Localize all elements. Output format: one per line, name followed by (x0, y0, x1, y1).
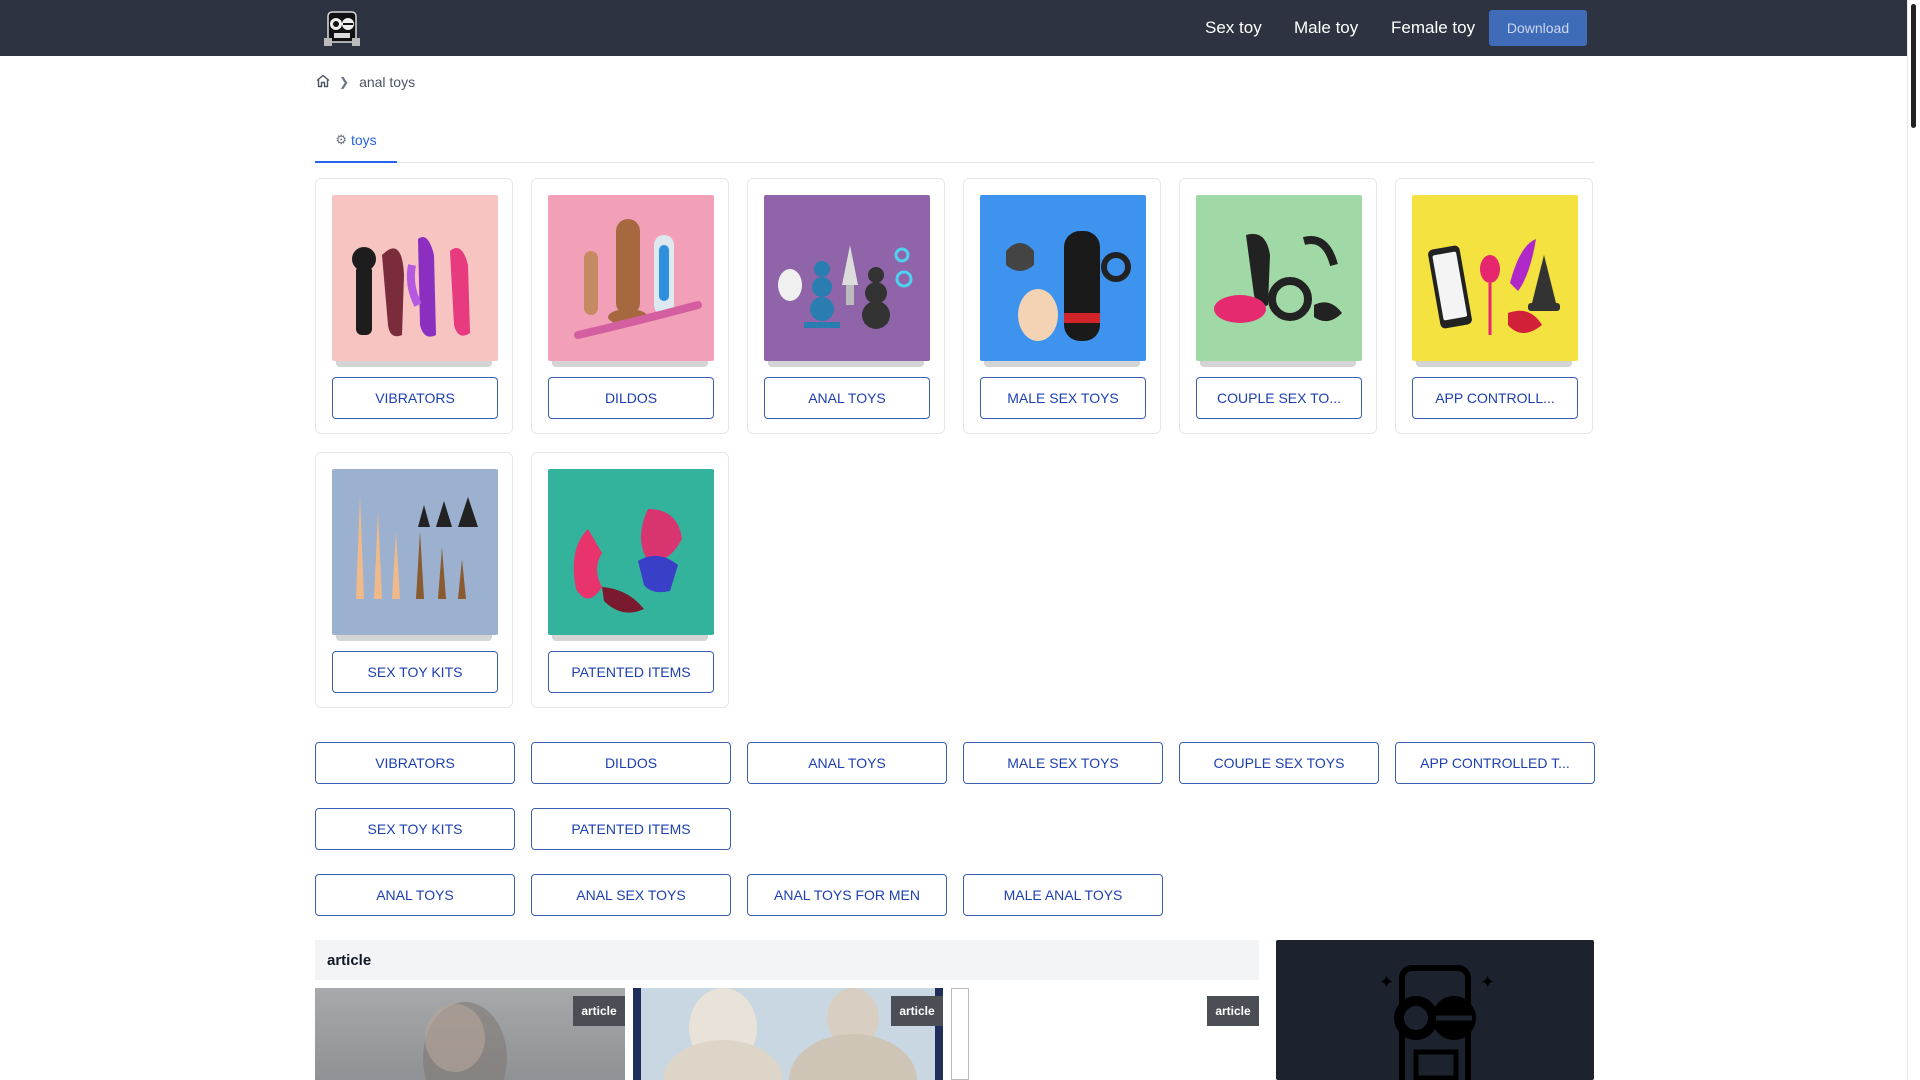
category-button-anal-toys[interactable]: ANAL TOYS (764, 377, 930, 419)
category-button-patented-items[interactable]: PATENTED ITEMS (548, 651, 714, 693)
category-card-patented-items[interactable]: PATENTED ITEMS (531, 452, 729, 708)
category-card-app-controlled[interactable]: APP CONTROLL... (1395, 178, 1593, 434)
category-button-sex-toy-kits[interactable]: SEX TOY KITS (332, 651, 498, 693)
article-card-3[interactable]: article (951, 988, 1259, 1080)
tag-button-sex-toy-kits[interactable]: SEX TOY KITS (315, 808, 515, 850)
tag-button-patented-items[interactable]: PATENTED ITEMS (531, 808, 731, 850)
tab-label: toys (350, 131, 377, 148)
category-button-male-sex-toys[interactable]: MALE SEX TOYS (980, 377, 1146, 419)
tag-button-anal-toys-for-men[interactable]: ANAL TOYS FOR MEN (747, 874, 947, 916)
nav-sex-toy[interactable]: Sex toy (1205, 18, 1262, 38)
tab-toys[interactable]: ⚙ toys (315, 118, 397, 163)
category-card-dildos[interactable]: DILDOS (531, 178, 729, 434)
download-button[interactable]: Download (1489, 10, 1587, 46)
category-button-couple-sex-toys[interactable]: COUPLE SEX TO... (1196, 377, 1362, 419)
dildos-image[interactable] (548, 195, 714, 361)
tag-button-male-sex-toys[interactable]: MALE SEX TOYS (963, 742, 1163, 784)
svg-text:✦: ✦ (1379, 972, 1394, 993)
robot-mascot-icon[interactable] (320, 6, 364, 50)
article-card-2[interactable]: article (633, 988, 943, 1080)
svg-text:✦: ✦ (1480, 972, 1495, 993)
category-button-dildos[interactable]: DILDOS (548, 377, 714, 419)
patented-items-image[interactable] (548, 469, 714, 635)
couple-sex-toys-image[interactable] (1196, 195, 1362, 361)
toy-icon: ⚙ (335, 131, 347, 147)
nav-male-toy[interactable]: Male toy (1294, 18, 1358, 38)
tab-bar: ⚙ toys (315, 118, 1595, 163)
category-card-male-sex-toys[interactable]: MALE SEX TOYS (963, 178, 1161, 434)
vibrators-image[interactable] (332, 195, 498, 361)
scrollbar-thumb[interactable] (1911, 4, 1916, 128)
category-button-app-controlled[interactable]: APP CONTROLL... (1412, 377, 1578, 419)
nav-female-toy[interactable]: Female toy (1391, 18, 1475, 38)
anal-toys-image[interactable] (764, 195, 930, 361)
tag-button-male-anal-toys[interactable]: MALE ANAL TOYS (963, 874, 1163, 916)
tag-button-dildos[interactable]: DILDOS (531, 742, 731, 784)
robot-mascot-icon: ✦ ✦ (1379, 965, 1495, 1080)
chevron-right-icon: ❯ (339, 75, 350, 89)
app-promo-panel[interactable]: ✦ ✦ (1276, 940, 1594, 1080)
category-card-couple-sex-toys[interactable]: COUPLE SEX TO... (1179, 178, 1377, 434)
tag-button-vibrators[interactable]: VIBRATORS (315, 742, 515, 784)
category-card-anal-toys[interactable]: ANAL TOYS (747, 178, 945, 434)
article-card-1[interactable]: article (315, 988, 625, 1080)
article-section-heading: article (315, 940, 1259, 980)
tag-button-anal-sex-toys[interactable]: ANAL SEX TOYS (531, 874, 731, 916)
tag-button-anal-toys[interactable]: ANAL TOYS (747, 742, 947, 784)
category-card-vibrators[interactable]: VIBRATORS (315, 178, 513, 434)
category-card-sex-toy-kits[interactable]: SEX TOY KITS (315, 452, 513, 708)
page-scrollbar[interactable] (1907, 0, 1920, 1080)
home-icon[interactable] (315, 73, 331, 92)
app-controlled-image[interactable] (1412, 195, 1578, 361)
article-badge: article (573, 996, 625, 1026)
breadcrumb: ❯ anal toys (315, 72, 415, 92)
sex-toy-kits-image[interactable] (332, 469, 498, 635)
breadcrumb-current: anal toys (359, 74, 416, 90)
category-button-vibrators[interactable]: VIBRATORS (332, 377, 498, 419)
article-badge: article (1207, 996, 1259, 1026)
tag-button-anal-toys-2[interactable]: ANAL TOYS (315, 874, 515, 916)
broken-image-icon (951, 988, 969, 1080)
tag-button-app-controlled[interactable]: APP CONTROLLED T... (1395, 742, 1595, 784)
tag-button-couple-sex-toys[interactable]: COUPLE SEX TOYS (1179, 742, 1379, 784)
top-navbar: Sex toy Male toy Female toy Download (0, 0, 1908, 56)
male-sex-toys-image[interactable] (980, 195, 1146, 361)
article-badge: article (891, 996, 943, 1026)
